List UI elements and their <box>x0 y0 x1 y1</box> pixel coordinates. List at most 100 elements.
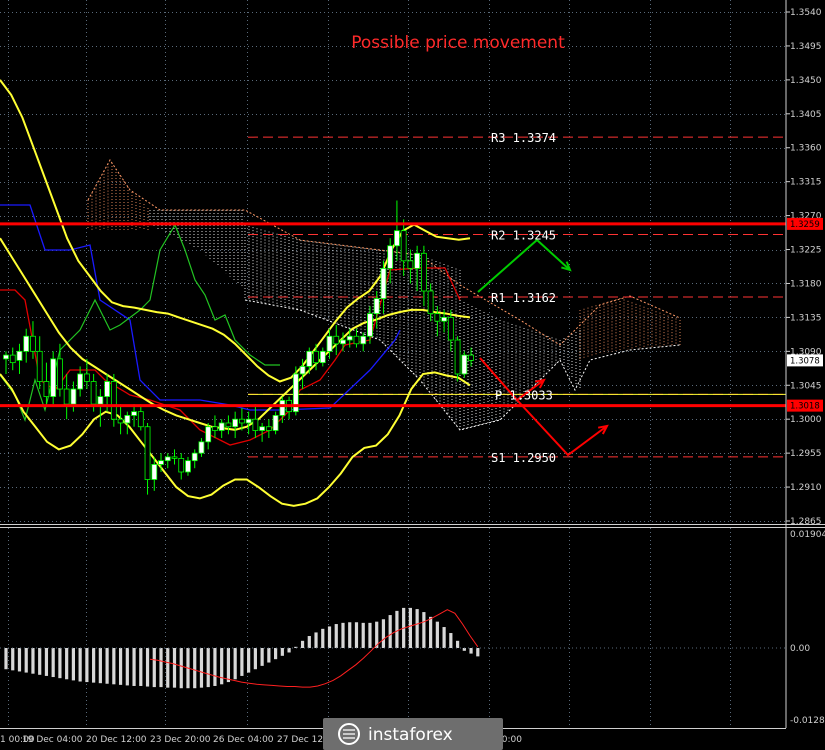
candle-body <box>259 426 266 431</box>
candle-body <box>346 335 353 341</box>
macd-bar <box>307 636 311 648</box>
candle-body <box>205 426 212 443</box>
candle-body <box>185 460 191 473</box>
macd-bar <box>361 622 365 648</box>
time-tick-label: 23 Dec 20:00 <box>150 735 211 745</box>
candle-body <box>326 335 333 352</box>
price-tag-upper-text: 1.3259 <box>790 220 820 230</box>
price-tag-current-text: 1.3078 <box>790 356 820 366</box>
candle-body <box>164 456 171 462</box>
macd-bar <box>85 648 89 683</box>
candle-body <box>9 354 16 364</box>
macd-bar <box>476 648 480 657</box>
macd-bar <box>321 628 325 648</box>
pivot-label-r2: R2 1.3245 <box>491 228 556 242</box>
forex-chart: R3 1.3374 R2 1.3245 R1 1.3162 P 1.3033 S1 1.… <box>0 0 825 750</box>
price-tick-label: 1.3045 <box>790 381 822 391</box>
candle-body <box>70 388 77 405</box>
candle-body <box>16 350 23 361</box>
price-tick-label: 1.3405 <box>790 110 822 120</box>
candle-body <box>3 354 9 360</box>
time-tick-label: 19 Dec 04:00 <box>22 735 83 745</box>
chart-title: Possible price movement <box>351 33 565 53</box>
pivot-label-p: P 1.3033 <box>495 388 553 402</box>
macd-bar <box>213 648 217 686</box>
candle-body <box>23 335 30 352</box>
macd-bar <box>348 622 352 648</box>
candle-body <box>43 381 50 397</box>
candle-body <box>117 418 124 424</box>
price-tick-label: 1.3360 <box>790 144 822 154</box>
macd-bar <box>44 648 49 676</box>
candle-body <box>110 381 117 420</box>
candle-body <box>90 381 97 405</box>
candle-body <box>333 335 340 345</box>
price-tick-label: 1.3135 <box>790 313 822 323</box>
candle-body <box>461 354 468 375</box>
time-tick-label: 26 Dec 04:00 <box>213 735 274 745</box>
candle-body <box>319 350 326 364</box>
macd-bar <box>368 622 372 648</box>
chart-background <box>0 0 825 750</box>
macd-bar <box>247 648 251 673</box>
macd-bar <box>58 648 62 679</box>
candle-body <box>30 335 36 352</box>
candle-body <box>407 260 414 269</box>
candle-body <box>144 426 151 480</box>
macd-bar <box>280 648 284 656</box>
price-tag-lower-text: 1.3018 <box>790 402 820 412</box>
price-tick-label: 1.3450 <box>790 76 822 86</box>
candle-body <box>232 418 239 428</box>
candle-body <box>360 335 367 345</box>
macd-bar <box>4 648 8 670</box>
candle-body <box>468 354 474 361</box>
macd-bar <box>422 612 426 648</box>
macd-bar <box>193 648 197 689</box>
macd-bar <box>267 648 271 663</box>
macd-bar <box>199 648 204 688</box>
candle-body <box>434 313 441 322</box>
candle-body <box>57 358 63 390</box>
price-tick-label: 1.3180 <box>790 279 822 289</box>
macd-bar <box>166 648 170 688</box>
candle-body <box>83 373 90 382</box>
price-tick-label: 1.2865 <box>790 517 822 527</box>
macd-bar <box>24 648 28 673</box>
macd-bar <box>179 648 183 689</box>
macd-bar <box>226 648 231 683</box>
candle-body <box>131 411 137 416</box>
candle-body <box>373 298 380 315</box>
macd-bar <box>172 648 177 688</box>
macd-bar <box>98 648 102 684</box>
macd-bar <box>455 640 460 648</box>
macd-bar <box>341 622 345 648</box>
macd-bar <box>92 648 96 683</box>
macd-bar <box>78 648 82 682</box>
macd-tick-label: 0.01904 <box>790 530 825 540</box>
candle-body <box>77 373 84 390</box>
macd-bar <box>442 627 446 648</box>
macd-bar <box>240 648 244 676</box>
candle-body <box>124 415 131 424</box>
price-tick-label: 1.3000 <box>790 415 822 425</box>
macd-bar <box>17 648 22 672</box>
macd-bar <box>11 648 15 671</box>
candle-body <box>387 245 394 269</box>
macd-bar <box>152 648 156 688</box>
macd-bar <box>71 648 75 681</box>
candle-body <box>441 316 448 322</box>
macd-bar <box>395 610 399 648</box>
candle-body <box>279 399 286 416</box>
macd-bar <box>145 648 150 687</box>
macd-bar <box>253 648 257 670</box>
macd-bar <box>334 624 338 648</box>
candle-body <box>137 411 144 428</box>
candle-body <box>104 381 110 397</box>
price-tick-label: 1.3540 <box>790 8 822 18</box>
watermark: instaforex <box>323 718 503 750</box>
candle-body <box>265 426 272 431</box>
macd-bar <box>429 616 433 648</box>
candle-body <box>306 350 313 367</box>
candle-body <box>178 458 185 473</box>
price-tick-label: 1.3315 <box>790 178 822 188</box>
